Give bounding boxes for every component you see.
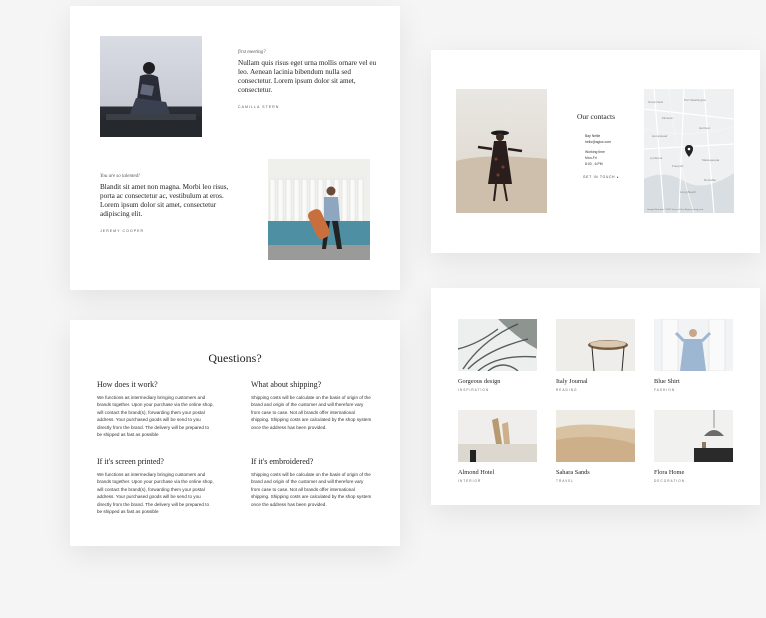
faq-question: If it's screen printed? <box>97 457 164 466</box>
gallery-item[interactable]: Blue Shirt FASHION <box>654 319 733 392</box>
gallery-item-tag: INTERIOR <box>458 479 482 483</box>
map-label: Port Washington <box>684 98 706 102</box>
faq-answer: Shipping costs will be calculate on the … <box>251 472 372 507</box>
map-label: Massapequa <box>702 158 720 162</box>
faq-item: If it's screen printed? We functions as … <box>97 457 215 515</box>
contacts-info: Our contacts Bay Nellie hello@agius.com … <box>567 112 625 179</box>
faq-title: Questions? <box>208 351 262 365</box>
gallery-item-title: Sahara Sands <box>556 469 590 476</box>
map-label: Lynbrook <box>650 156 663 160</box>
testimonial-photo-1 <box>100 36 202 137</box>
map-label: Great Neck <box>648 100 664 104</box>
arrow-right-icon: ▸ <box>616 175 620 179</box>
map-label: Mineola <box>662 116 673 120</box>
testimonials-card: first meeting? Nullam quis risus eget ur… <box>70 6 400 290</box>
contacts-phone: Bay Nellie <box>585 134 601 138</box>
get-in-touch-link[interactable]: GET IN TOUCH ▸ <box>567 175 625 179</box>
contacts-title: Our contacts <box>576 112 616 121</box>
map-label: Long Beach <box>680 190 696 194</box>
map-label: Harrison <box>699 126 711 130</box>
contacts-card: Our contacts Bay Nellie hello@agius.com … <box>431 50 760 253</box>
gallery-image <box>654 410 733 462</box>
gallery-item-title: Blue Shirt <box>654 378 680 385</box>
testimonial-2: You are so talented! Blandit sit amet no… <box>100 174 230 233</box>
gallery-item-title: Italy Journal <box>556 378 588 385</box>
faq-answer: Shipping costs will be calculate on the … <box>251 395 372 430</box>
faq-item: What about shipping? Shipping costs will… <box>251 380 373 431</box>
gallery-item[interactable]: Italy Journal READING <box>556 319 635 392</box>
faq-answer: We functions as intermediary bringing cu… <box>97 395 214 438</box>
faq-item: How does it work? We functions as interm… <box>97 380 215 438</box>
gallery-image <box>458 319 537 371</box>
contacts-email[interactable]: hello@agius.com <box>567 140 625 144</box>
testimonial-1-quote: Nullam quis risus eget urna mollis ornar… <box>238 59 377 94</box>
contacts-days: Mon-Fri <box>585 156 597 160</box>
testimonial-2-quote: Blandit sit amet non magna. Morbi leo ri… <box>100 183 229 218</box>
gallery-image <box>556 319 635 371</box>
gallery-item-tag: FASHION <box>654 388 675 392</box>
gallery-item-tag: TRAVEL <box>556 479 575 483</box>
gallery-item-title: Gorgeous design <box>458 378 501 385</box>
gallery-item-title: Flora Home <box>654 469 685 476</box>
testimonial-1: first meeting? Nullam quis risus eget ur… <box>238 50 378 109</box>
gallery-item-tag: DECORATION <box>654 479 686 483</box>
testimonial-photo-2 <box>268 159 370 260</box>
contacts-map[interactable]: Harrison Hempstead Mineola Freeport Lynb… <box>644 89 734 213</box>
testimonial-1-author: CAMILLA STERN <box>238 105 280 109</box>
gallery-image <box>556 410 635 462</box>
map-label: Hempstead <box>652 134 668 138</box>
contacts-photo <box>456 89 547 213</box>
faq-card: Questions? How does it work? We function… <box>70 320 400 546</box>
testimonial-2-author: JEREMY COOPER <box>100 229 145 233</box>
gallery-item-tag: READING <box>556 388 578 392</box>
testimonial-1-intro: first meeting? <box>238 50 266 55</box>
map-label: Rockville <box>704 178 716 182</box>
gallery-card: Gorgeous design INSPIRATION Italy Journa… <box>431 288 760 505</box>
contacts-hours-label: Working time <box>585 150 605 154</box>
gallery-item[interactable]: Sahara Sands TRAVEL <box>556 410 635 483</box>
gallery-item[interactable]: Gorgeous design INSPIRATION <box>458 319 537 392</box>
gallery-item-tag: INSPIRATION <box>458 388 490 392</box>
gallery-item-title: Almond Hotel <box>458 469 495 476</box>
testimonial-2-intro: You are so talented! <box>100 174 140 179</box>
map-label: Freeport <box>672 164 684 168</box>
get-in-touch-label: GET IN TOUCH <box>583 175 616 179</box>
faq-answer: We functions as intermediary bringing cu… <box>97 472 214 515</box>
gallery-image <box>458 410 537 462</box>
gallery-image <box>654 319 733 371</box>
map-caption: Google Map data ©2020 Terms of Use Repor… <box>647 208 704 211</box>
gallery-item[interactable]: Almond Hotel INTERIOR <box>458 410 537 483</box>
gallery-item[interactable]: Flora Home DECORATION <box>654 410 733 483</box>
faq-question: If it's embroidered? <box>251 457 314 466</box>
faq-item: If it's embroidered? Shipping costs will… <box>251 457 373 508</box>
faq-question: How does it work? <box>97 380 158 389</box>
faq-question: What about shipping? <box>251 380 322 389</box>
contacts-time: 8:00 - 6:PM <box>585 162 603 166</box>
